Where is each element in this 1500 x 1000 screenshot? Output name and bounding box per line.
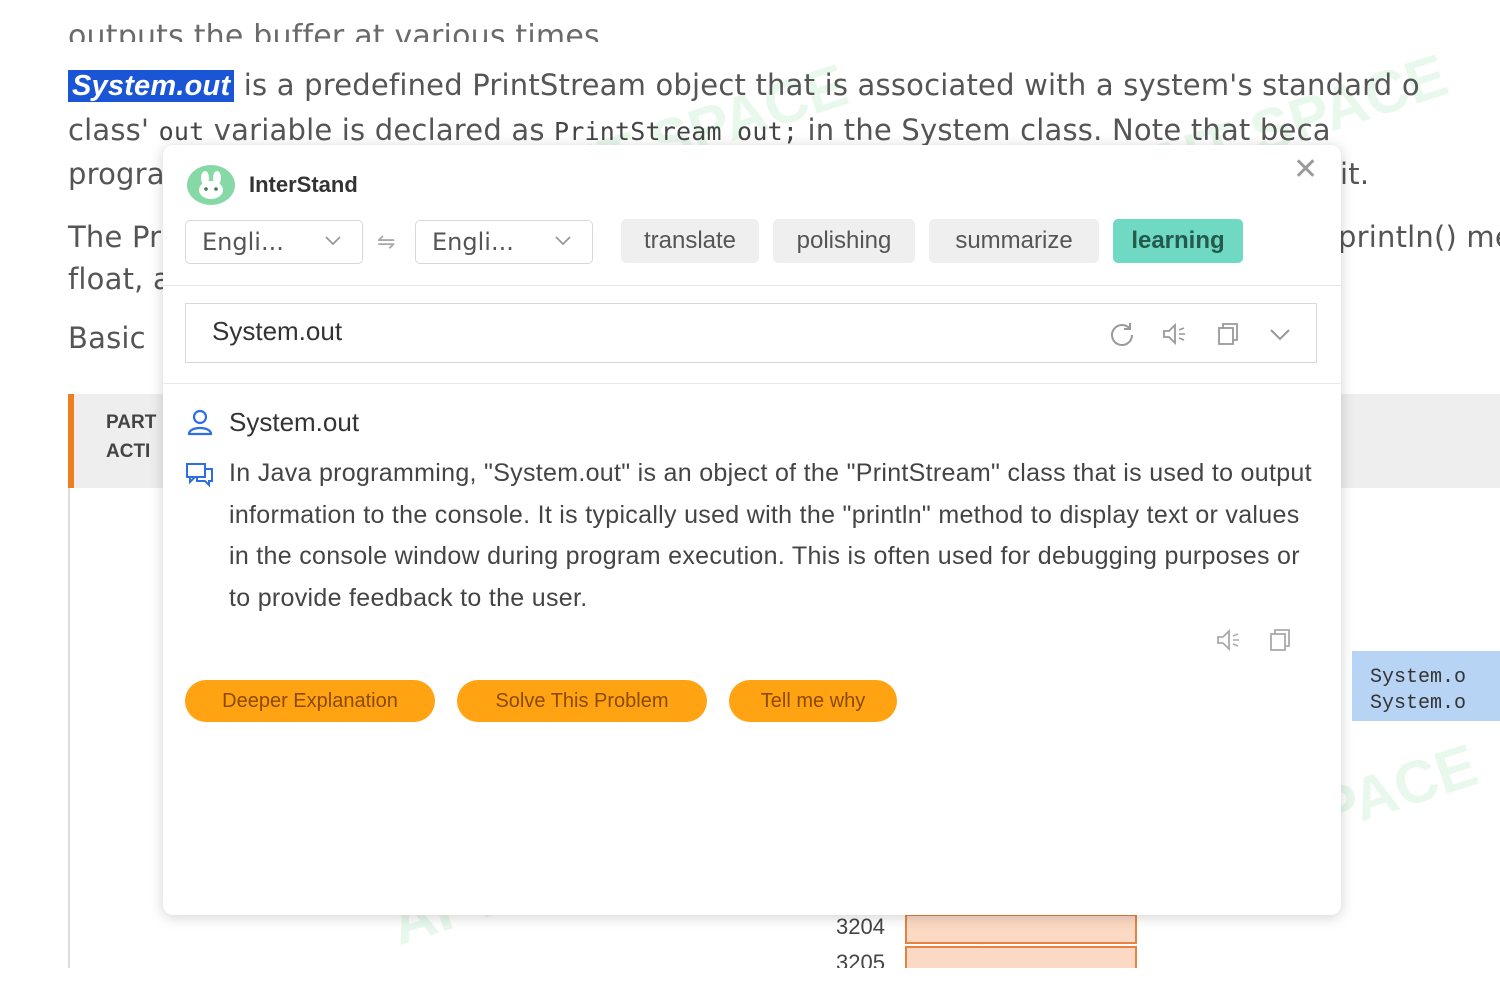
swap-icon[interactable]: ⇋	[377, 230, 395, 255]
section-heading: Basic	[68, 321, 146, 355]
divider	[163, 383, 1341, 384]
solve-this-problem-button[interactable]: Solve This Problem	[457, 680, 707, 722]
paragraph-text: is a predefined PrintStream object that …	[234, 68, 1420, 102]
paragraph-line: class' out variable is declared as Print…	[68, 113, 1331, 147]
code-line: System.o	[1370, 666, 1467, 689]
memory-cell	[905, 914, 1137, 944]
paragraph-line: progra	[68, 157, 165, 191]
mode-summarize[interactable]: summarize	[929, 219, 1099, 263]
chevron-down-icon	[325, 236, 341, 246]
activity-label: PART	[106, 412, 157, 433]
code-snippet: System.o System.o	[1352, 651, 1500, 721]
close-icon[interactable]: ✕	[1293, 155, 1318, 185]
paragraph-line: The Pr	[68, 220, 162, 254]
inline-code: PrintStream out;	[554, 117, 799, 146]
paragraph-text: in the System class. Note that beca	[798, 113, 1331, 147]
chevron-down-icon[interactable]	[1264, 318, 1296, 350]
paragraph-text: class'	[68, 113, 159, 147]
target-language-value: Engli...	[432, 228, 514, 256]
paragraph-line: println() me	[1338, 220, 1500, 254]
query-input[interactable]: System.out	[185, 303, 1317, 363]
user-icon	[187, 409, 213, 436]
activity-label: ACTI	[106, 441, 151, 462]
memory-address: 3205	[836, 950, 885, 968]
paragraph-line: float, a	[68, 262, 171, 296]
cut-off-text: outputs the buffer at various times.	[68, 19, 610, 42]
mode-polishing[interactable]: polishing	[773, 219, 915, 263]
chevron-down-icon	[555, 236, 571, 246]
result-explanation: In Java programming, "System.out" is an …	[229, 459, 1312, 612]
brand-name: InterStand	[249, 172, 358, 197]
speaker-icon[interactable]	[1158, 318, 1190, 350]
mode-translate[interactable]: translate	[621, 219, 759, 263]
result-word: System.out	[229, 407, 360, 437]
divider	[163, 285, 1341, 286]
interstand-popup: ✕ InterStand Engli... ⇋ Engli... transla…	[163, 145, 1341, 915]
copy-icon[interactable]	[1265, 625, 1295, 655]
code-line: System.o	[1370, 692, 1467, 715]
target-language-select[interactable]: Engli...	[415, 220, 593, 264]
memory-cell	[905, 946, 1137, 968]
inline-code: out	[158, 117, 205, 146]
refresh-icon[interactable]	[1106, 318, 1138, 350]
bunny-logo-icon	[187, 165, 235, 205]
source-language-value: Engli...	[202, 228, 284, 256]
tell-me-why-button[interactable]: Tell me why	[729, 680, 897, 722]
paragraph-line: it.	[1340, 157, 1370, 191]
selected-text[interactable]: System.out	[68, 70, 235, 102]
speaker-icon[interactable]	[1213, 625, 1243, 655]
query-input-value: System.out	[212, 316, 343, 346]
source-language-select[interactable]: Engli...	[185, 220, 363, 264]
mode-learning[interactable]: learning	[1113, 219, 1243, 263]
paragraph-text: variable is declared as	[204, 113, 555, 147]
chat-icon	[186, 463, 213, 488]
memory-address: 3204	[836, 914, 885, 939]
deeper-explanation-button[interactable]: Deeper Explanation	[185, 680, 435, 722]
copy-icon[interactable]	[1212, 318, 1244, 350]
paragraph-line: System.out is a predefined PrintStream o…	[68, 68, 1420, 103]
